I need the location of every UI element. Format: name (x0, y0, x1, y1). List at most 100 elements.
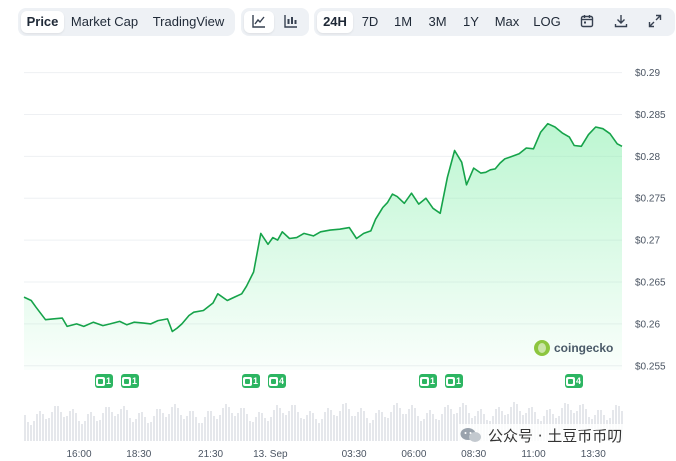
wechat-icon (460, 428, 481, 442)
event-badge[interactable]: 1 (242, 374, 261, 388)
volume-bar (99, 420, 101, 441)
volume-bar (252, 422, 254, 441)
volume-bar (153, 416, 155, 441)
volume-bar (207, 411, 209, 441)
volume-bar (108, 407, 110, 441)
volume-bar (429, 410, 431, 441)
volume-bar (360, 408, 362, 441)
volume-bar (186, 416, 188, 441)
volume-bar (165, 417, 167, 441)
volume-bar (435, 419, 437, 441)
volume-bar (156, 409, 158, 441)
volume-bar (234, 416, 236, 441)
event-badge[interactable]: 4 (565, 374, 584, 388)
volume-bar (267, 421, 269, 441)
volume-bar (192, 411, 194, 441)
volume-bar (333, 415, 335, 441)
volume-bar (27, 422, 29, 441)
volume-bar (63, 417, 65, 441)
volume-bar (219, 415, 221, 441)
volume-bar (402, 414, 404, 441)
volume-bar (306, 415, 308, 441)
volume-bar (354, 416, 356, 441)
volume-bar (297, 412, 299, 441)
event-icon (269, 376, 278, 386)
coingecko-logo: coingecko (534, 339, 613, 357)
volume-bar (450, 409, 452, 441)
event-count: 1 (106, 376, 112, 386)
event-icon (446, 376, 455, 386)
volume-bar (162, 413, 164, 441)
volume-bar (30, 425, 32, 441)
volume-bar (171, 407, 173, 441)
volume-bar (273, 410, 275, 441)
volume-bar (348, 409, 350, 441)
volume-bar (438, 420, 440, 441)
volume-bar (57, 406, 59, 441)
y-tick-label: $0.26 (635, 319, 660, 330)
volume-bar (405, 414, 407, 441)
volume-bar (144, 417, 146, 441)
volume-bar (36, 414, 38, 441)
volume-bar (87, 414, 89, 441)
volume-bar (426, 413, 428, 441)
event-count: 1 (456, 376, 462, 386)
volume-bar (39, 411, 41, 441)
volume-bar (357, 412, 359, 441)
volume-bar (441, 414, 443, 441)
volume-bar (276, 405, 278, 441)
volume-bar (285, 415, 287, 441)
volume-bar (132, 422, 134, 441)
volume-bar (417, 416, 419, 441)
volume-bar (294, 405, 296, 441)
y-tick-label: $0.29 (635, 68, 660, 79)
volume-bar (78, 421, 80, 441)
volume-bar (300, 418, 302, 441)
y-tick-label: $0.28 (635, 152, 660, 163)
volume-bar (327, 408, 329, 441)
event-badge[interactable]: 1 (95, 374, 114, 388)
volume-bar (384, 417, 386, 441)
volume-bar (303, 419, 305, 441)
volume-bar (123, 406, 125, 441)
volume-bar (105, 407, 107, 441)
volume-bar (183, 419, 185, 441)
volume-bar (444, 407, 446, 441)
volume-bar (270, 417, 272, 441)
event-badge[interactable]: 4 (268, 374, 287, 388)
event-icon (420, 376, 429, 386)
volume-bar (390, 412, 392, 441)
volume-bar (372, 420, 374, 441)
volume-bar (240, 408, 242, 441)
volume-bar (447, 405, 449, 441)
volume-bar (216, 419, 218, 441)
volume-bar (210, 411, 212, 441)
event-icon (122, 376, 131, 386)
event-count: 1 (132, 376, 138, 386)
logo-text: coingecko (554, 341, 614, 355)
volume-bar (249, 421, 251, 441)
volume-bar (84, 421, 86, 441)
volume-bar (135, 419, 137, 441)
volume-bar (246, 414, 248, 441)
volume-bar (42, 414, 44, 441)
volume-bar (381, 412, 383, 441)
price-chart[interactable]: $0.29 $0.285 $0.28 $0.275 $0.27 $0.265 $0.26 $0… (0, 0, 676, 461)
volume-bar (141, 412, 143, 441)
y-tick-label: $0.265 (635, 278, 666, 289)
x-tick-label: 16:00 (67, 449, 92, 460)
x-tick-label: 21:30 (198, 449, 223, 460)
event-badge[interactable]: 1 (419, 374, 438, 388)
event-badge[interactable]: 1 (121, 374, 140, 388)
volume-bar (93, 416, 95, 441)
volume-bar (204, 417, 206, 441)
volume-bar (318, 423, 320, 441)
volume-bar (393, 405, 395, 441)
event-badge[interactable]: 1 (445, 374, 464, 388)
volume-bar (168, 414, 170, 441)
volume-bar (291, 405, 293, 441)
volume-bar (102, 413, 104, 441)
volume-bar (432, 414, 434, 441)
volume-bar (411, 405, 413, 441)
x-tick-label: 03:30 (342, 449, 367, 460)
